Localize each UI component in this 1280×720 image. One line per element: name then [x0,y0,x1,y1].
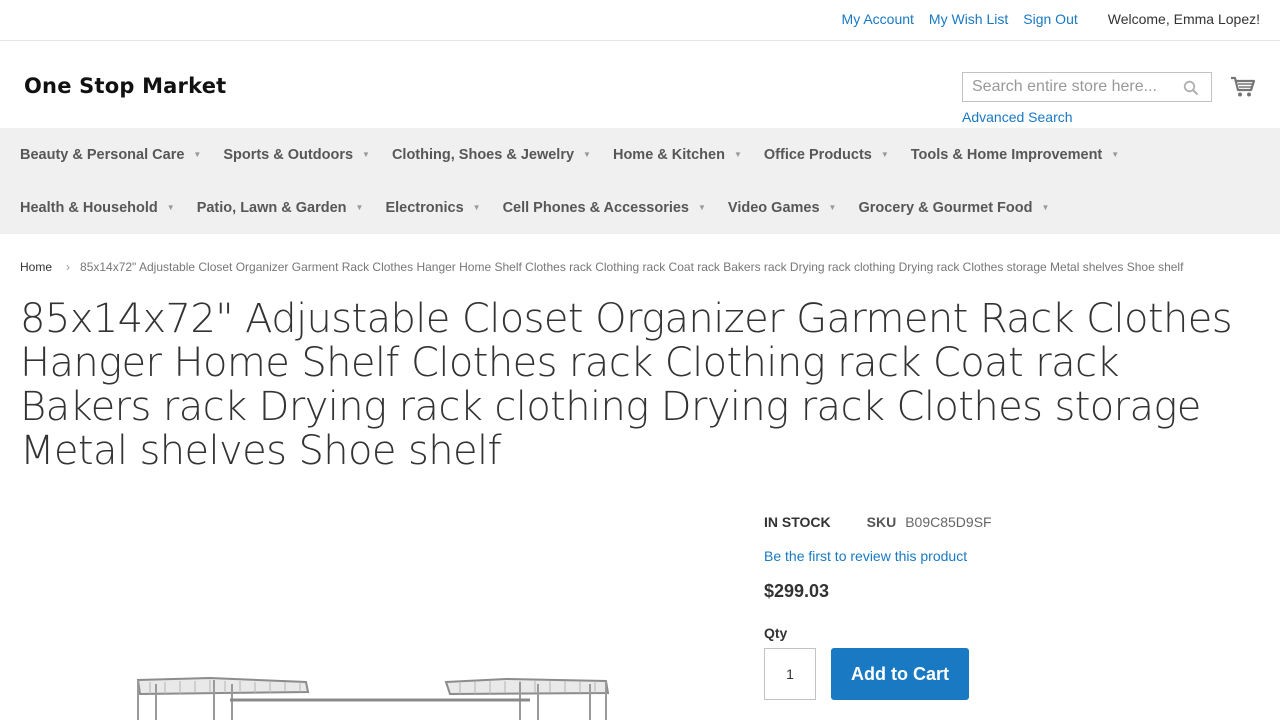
chevron-down-icon: ▼ [472,203,481,212]
chevron-down-icon: ▼ [733,150,742,159]
nav-item-health[interactable]: Health & Household ▼ [20,200,175,216]
review-link[interactable]: Be the first to review this product [764,548,967,564]
chevron-down-icon: ▼ [362,150,370,159]
search-input[interactable] [963,73,1173,101]
nav-item-tools[interactable]: Tools & Home Improvement ▼ [911,147,1119,163]
sku-label: SKU [866,514,897,530]
category-nav: Beauty & Personal Care ▼ Sports & Outdoor… [0,128,1280,234]
chevron-down-icon: ▼ [355,203,364,212]
stock-sku-row: IN STOCK SKU B09C85D9SF [764,514,992,530]
advanced-search-link[interactable]: Advanced Search [962,109,1073,125]
nav-item-clothing[interactable]: Clothing, Shoes & Jewelry ▼ [392,147,591,163]
breadcrumb-home-link[interactable]: Home [20,260,52,274]
qty-input[interactable] [764,648,816,700]
search-icon[interactable] [1183,80,1199,96]
nav-item-video-games[interactable]: Video Games ▼ [728,200,837,216]
page-title: 85x14x72" Adjustable Closet Organizer Ga… [20,296,1233,474]
nav-item-grocery[interactable]: Grocery & Gourmet Food ▼ [858,200,1049,216]
nav-row-2: Health & Household ▼ Patio, Lawn & Garden… [20,181,1071,234]
top-header-panel: My Account My Wish List Sign Out Welcome… [0,0,1280,41]
chevron-down-icon: ▼ [698,203,706,212]
stock-status: IN STOCK [764,514,831,530]
nav-item-label: Health & Household [20,199,158,216]
nav-item-office[interactable]: Office Products ▼ [764,147,889,163]
nav-item-patio[interactable]: Patio, Lawn & Garden ▼ [197,200,364,216]
nav-item-label: Video Games [727,199,820,216]
nav-item-label: Clothing, Shoes & Jewelry [391,146,575,163]
nav-item-label: Home & Kitchen [612,146,725,163]
nav-item-label: Tools & Home Improvement [910,146,1103,163]
qty-label: Qty [764,625,788,641]
search-box [962,72,1212,102]
cart-icon[interactable] [1230,76,1256,98]
chevron-down-icon: ▼ [880,150,889,159]
product-price: $299.03 [764,581,830,601]
nav-item-label: Patio, Lawn & Garden [196,199,347,216]
chevron-down-icon: ▼ [166,203,175,212]
nav-item-beauty[interactable]: Beauty & Personal Care ▼ [20,147,201,163]
chevron-right-icon: › [66,260,71,274]
product-image[interactable] [120,660,630,720]
nav-item-label: Grocery & Gourmet Food [858,199,1033,216]
chevron-down-icon: ▼ [583,150,591,159]
breadcrumb-current: 85x14x72" Adjustable Closet Organizer Ga… [80,260,1184,274]
nav-item-label: Office Products [763,146,872,163]
chevron-down-icon: ▼ [1111,150,1120,159]
my-wish-list-link[interactable]: My Wish List [929,11,1008,27]
sign-out-link[interactable]: Sign Out [1023,11,1077,27]
add-to-cart-button[interactable]: Add to Cart [831,648,969,700]
store-logo[interactable]: One Stop Market [24,74,226,98]
header-links: My Account My Wish List Sign Out Welcome… [827,11,1260,27]
nav-item-label: Cell Phones & Accessories [502,199,689,216]
nav-item-cell-phones[interactable]: Cell Phones & Accessories ▼ [503,200,706,216]
nav-item-label: Electronics [385,199,464,216]
nav-item-electronics[interactable]: Electronics ▼ [385,200,480,216]
nav-item-home-kitchen[interactable]: Home & Kitchen ▼ [613,147,742,163]
nav-item-sports[interactable]: Sports & Outdoors ▼ [223,147,370,163]
chevron-down-icon: ▼ [193,150,202,159]
nav-row-1: Beauty & Personal Care ▼ Sports & Outdoor… [20,128,1141,181]
nav-item-label: Beauty & Personal Care [20,146,185,163]
nav-item-label: Sports & Outdoors [223,146,354,163]
welcome-message: Welcome, Emma Lopez! [1107,11,1260,27]
breadcrumb: Home › 85x14x72" Adjustable Closet Organ… [20,260,1183,274]
my-account-link[interactable]: My Account [842,11,914,27]
chevron-down-icon: ▼ [828,203,837,212]
sku-value: B09C85D9SF [905,514,992,530]
chevron-down-icon: ▼ [1041,203,1050,212]
